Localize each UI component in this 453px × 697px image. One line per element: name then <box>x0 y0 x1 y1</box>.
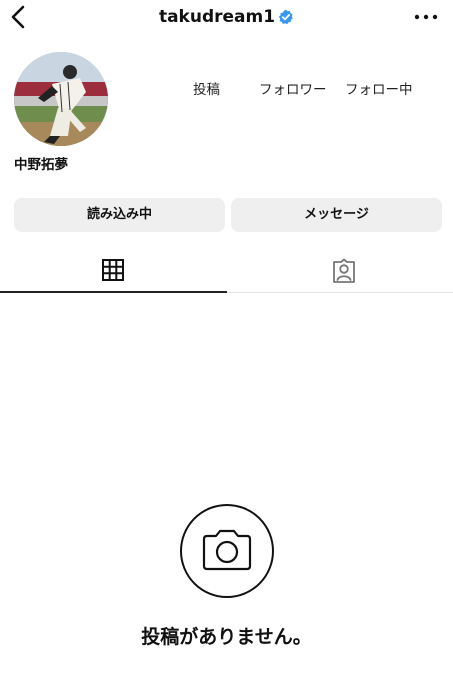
avatar-image <box>14 52 108 146</box>
follow-loading-button[interactable]: 読み込み中 <box>14 198 225 232</box>
camera-icon <box>202 529 252 571</box>
message-button[interactable]: メッセージ <box>231 198 442 232</box>
display-name: 中野拓夢 <box>14 157 68 173</box>
tab-tagged[interactable] <box>227 248 453 293</box>
more-options-button[interactable] <box>413 8 439 26</box>
grid-icon <box>102 259 124 281</box>
tagged-person-icon <box>333 258 355 283</box>
tab-divider <box>227 292 453 293</box>
avatar[interactable] <box>14 52 108 146</box>
active-tab-indicator <box>0 291 227 293</box>
posts-stat-label[interactable]: 投稿 <box>193 78 220 98</box>
followers-stat-label[interactable]: フォロワー <box>259 78 327 98</box>
following-stat-label[interactable]: フォロー中 <box>345 78 413 98</box>
more-horizontal-icon <box>414 14 438 20</box>
empty-posts-camera-circle <box>180 504 274 598</box>
username: takudream1 <box>158 7 276 27</box>
tab-posts-grid[interactable] <box>0 248 227 293</box>
empty-posts-title: 投稿がありません。 <box>141 626 312 648</box>
verified-icon <box>278 9 294 31</box>
profile-header-title: takudream1 <box>0 6 453 31</box>
